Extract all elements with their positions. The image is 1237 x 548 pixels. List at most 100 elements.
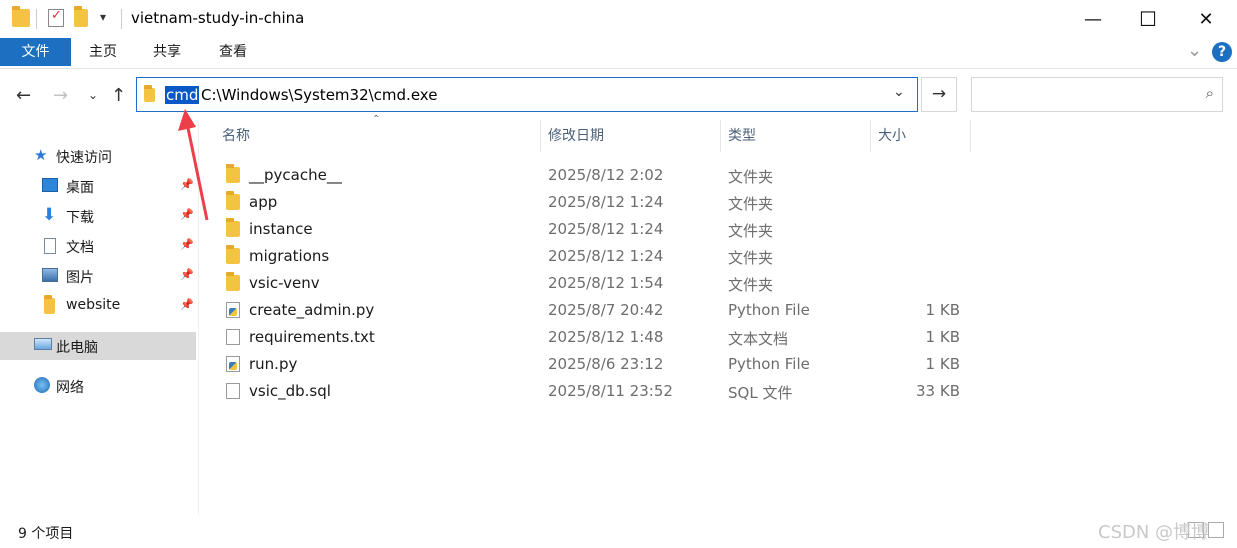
column-header-date[interactable]: 修改日期 <box>548 120 604 152</box>
new-folder-icon[interactable] <box>74 6 88 27</box>
pin-icon[interactable]: 📌 <box>180 298 194 311</box>
folder-icon <box>226 245 240 264</box>
file-row[interactable]: app 2025/8/12 1:24 文件夹 <box>220 189 970 216</box>
sidebar-item-quick-access[interactable]: ★ 快速访问 <box>0 142 196 170</box>
forward-arrow-icon[interactable]: → <box>53 85 68 106</box>
watermark: CSDN @博博 <box>1098 522 1210 543</box>
sidebar-item-website[interactable]: website 📌 <box>0 292 196 320</box>
file-icon <box>226 383 240 399</box>
column-divider[interactable] <box>870 120 871 152</box>
sidebar-item-network[interactable]: 网络 <box>0 372 196 400</box>
file-type: 文件夹 <box>728 276 774 294</box>
large-icons-view-icon[interactable] <box>1208 522 1224 538</box>
column-header-name[interactable]: 名称 <box>222 120 250 152</box>
sidebar-item-label: 网络 <box>56 380 84 396</box>
file-date: 2025/8/12 2:02 <box>548 166 664 184</box>
address-selected-text[interactable]: cmd <box>165 86 200 104</box>
sidebar-item-label: website <box>66 297 121 313</box>
tab-view[interactable]: 查看 <box>210 38 256 66</box>
document-icon <box>44 238 56 254</box>
sidebar-item-label: 图片 <box>66 270 94 286</box>
computer-icon <box>34 338 52 350</box>
sidebar-item-pictures[interactable]: 图片 📌 <box>0 262 196 290</box>
tab-file[interactable]: 文件 <box>0 38 71 66</box>
folder-icon <box>226 218 240 237</box>
picture-icon <box>42 268 58 282</box>
column-divider[interactable] <box>720 120 721 152</box>
address-bar[interactable]: cmd C:\Windows\System32\cmd.exe ⌄ <box>136 77 918 112</box>
search-input[interactable]: ⌕ <box>971 77 1223 112</box>
column-divider[interactable] <box>540 120 541 152</box>
divider <box>36 9 37 29</box>
sidebar-item-label: 桌面 <box>66 180 94 196</box>
file-type: 文件夹 <box>728 168 774 186</box>
file-row[interactable]: create_admin.py 2025/8/7 20:42 Python Fi… <box>220 297 970 324</box>
column-divider[interactable] <box>970 120 971 152</box>
file-name: requirements.txt <box>249 328 375 346</box>
download-icon: ⬇ <box>42 205 57 225</box>
customize-toolbar-icon[interactable]: ▾ <box>100 10 106 24</box>
file-row[interactable]: requirements.txt 2025/8/12 1:48 文本文档 1 K… <box>220 324 970 351</box>
desktop-icon <box>42 178 58 192</box>
file-name: app <box>249 193 278 211</box>
chevron-down-icon[interactable]: ⌄ <box>1187 40 1202 61</box>
sidebar-item-downloads[interactable]: ⬇ 下载 📌 <box>0 202 196 230</box>
file-row[interactable]: run.py 2025/8/6 23:12 Python File 1 KB <box>220 351 970 378</box>
file-name: __pycache__ <box>249 166 342 184</box>
minimize-button[interactable]: — <box>1065 0 1121 38</box>
file-size: 33 KB <box>916 382 960 400</box>
sidebar-item-label: 快速访问 <box>56 150 112 166</box>
maximize-button[interactable]: ☐ <box>1120 0 1176 38</box>
folder-icon <box>226 164 240 183</box>
file-row[interactable]: __pycache__ 2025/8/12 2:02 文件夹 <box>220 162 970 189</box>
file-date: 2025/8/12 1:24 <box>548 247 664 265</box>
annotation-arrow-line <box>185 122 209 221</box>
back-arrow-icon[interactable]: ← <box>16 85 31 106</box>
annotation-arrow <box>178 109 209 221</box>
file-type: 文件夹 <box>728 222 774 240</box>
file-type: SQL 文件 <box>728 384 793 402</box>
folder-icon <box>226 272 240 291</box>
file-row[interactable]: instance 2025/8/12 1:24 文件夹 <box>220 216 970 243</box>
file-row[interactable]: vsic_db.sql 2025/8/11 23:52 SQL 文件 33 KB <box>220 378 970 405</box>
sidebar-item-this-pc[interactable]: 此电脑 <box>0 332 196 360</box>
file-type: 文件夹 <box>728 249 774 267</box>
recent-locations-chevron-icon[interactable]: ⌄ <box>88 88 98 102</box>
column-header-size[interactable]: 大小 <box>878 120 906 152</box>
tab-share[interactable]: 共享 <box>144 38 190 66</box>
python-file-icon <box>226 302 240 318</box>
address-text[interactable]: C:\Windows\System32\cmd.exe <box>201 86 437 104</box>
file-name: vsic_db.sql <box>249 382 331 400</box>
sidebar-item-desktop[interactable]: 桌面 📌 <box>0 172 196 200</box>
file-type: Python File <box>728 355 810 373</box>
sidebar-item-documents[interactable]: 文档 📌 <box>0 232 196 260</box>
go-button[interactable]: → <box>921 77 957 112</box>
file-row[interactable]: migrations 2025/8/12 1:24 文件夹 <box>220 243 970 270</box>
file-name: vsic-venv <box>249 274 320 292</box>
file-date: 2025/8/7 20:42 <box>548 301 664 319</box>
search-icon: ⌕ <box>1205 84 1214 102</box>
pin-icon[interactable]: 📌 <box>180 238 194 251</box>
up-arrow-icon[interactable]: ↑ <box>111 85 126 106</box>
status-item-count: 9 个项目 <box>18 526 74 542</box>
network-icon <box>34 377 50 393</box>
properties-icon[interactable]: ✓ <box>48 8 64 27</box>
python-file-icon <box>226 356 240 372</box>
file-name: run.py <box>249 355 298 373</box>
divider <box>121 9 122 29</box>
column-header-type[interactable]: 类型 <box>728 120 756 152</box>
tab-home[interactable]: 主页 <box>80 38 126 66</box>
help-icon[interactable]: ? <box>1212 42 1232 62</box>
sidebar-item-label: 下载 <box>66 210 94 226</box>
folder-icon <box>144 85 155 102</box>
file-date: 2025/8/12 1:24 <box>548 193 664 211</box>
window-title: vietnam-study-in-china <box>131 9 305 27</box>
pin-icon[interactable]: 📌 <box>180 268 194 281</box>
file-row[interactable]: vsic-venv 2025/8/12 1:54 文件夹 <box>220 270 970 297</box>
close-button[interactable]: ✕ <box>1178 0 1234 38</box>
file-date: 2025/8/12 1:24 <box>548 220 664 238</box>
address-dropdown-chevron-icon[interactable]: ⌄ <box>893 84 905 100</box>
sidebar-item-label: 文档 <box>66 240 94 256</box>
file-size: 1 KB <box>925 301 960 319</box>
file-size: 1 KB <box>925 355 960 373</box>
